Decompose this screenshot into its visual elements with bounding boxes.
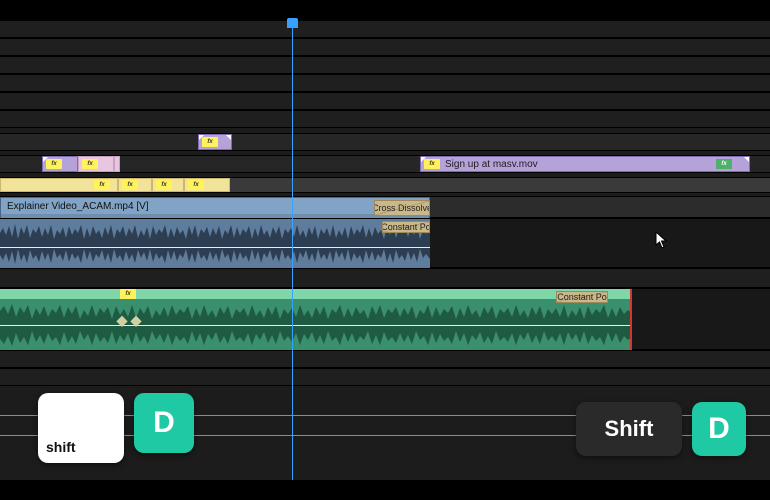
guide-track xyxy=(0,74,770,92)
keycap-label: shift xyxy=(46,439,76,455)
waveform-icon xyxy=(0,299,632,325)
track-v1[interactable]: Explainer Video_ACAM.mp4 [V] Cross Disso… xyxy=(0,196,770,218)
track-a2[interactable]: fx Constant Po xyxy=(0,288,770,350)
keycap-shift-dark: Shift xyxy=(576,402,682,456)
waveform-icon xyxy=(0,244,430,269)
transition-label: Constant Po xyxy=(556,292,608,302)
fx-badge: fx xyxy=(46,159,62,169)
waveform-icon xyxy=(0,219,430,244)
fx-badge: fx xyxy=(716,159,732,169)
clip-signup[interactable]: fx Sign up at masv.mov fx xyxy=(420,156,750,172)
fx-badge: fx xyxy=(188,180,204,190)
playhead-cap-icon xyxy=(287,18,298,28)
guide-track xyxy=(0,92,770,110)
transition-constant-power-1[interactable]: Constant Po xyxy=(382,221,430,233)
clip-label: Sign up at masv.mov xyxy=(443,159,538,170)
track-v2[interactable]: fx fx fx Sign up at masv.mov fx xyxy=(0,155,770,173)
keycap-label: D xyxy=(708,412,730,446)
fx-badge: fx xyxy=(424,159,440,169)
guide-track xyxy=(0,56,770,74)
clip-v1b-3[interactable]: fx xyxy=(152,178,184,192)
clip-edge-cut[interactable] xyxy=(630,289,632,351)
guide-track xyxy=(0,38,770,56)
fx-badge: fx xyxy=(202,137,218,147)
waveform-icon xyxy=(0,325,632,351)
transition-constant-power-2[interactable]: Constant Po xyxy=(556,291,608,303)
track-v3[interactable]: fx xyxy=(0,133,770,151)
clip-label: Explainer Video_ACAM.mp4 [V] xyxy=(7,201,149,212)
clip-v2-a[interactable]: fx xyxy=(42,156,78,172)
fx-badge: fx xyxy=(122,180,138,190)
guide-track xyxy=(0,350,770,368)
transition-label: Constant Po xyxy=(382,222,430,232)
keycap-label: Shift xyxy=(605,416,654,442)
clip-audio-2[interactable]: fx xyxy=(0,289,632,351)
track-v1b[interactable]: fx fx fx fx xyxy=(0,177,770,193)
transition-label: Cross Dissolve xyxy=(374,203,430,213)
guide-track xyxy=(0,368,770,386)
fx-badge: fx xyxy=(82,159,98,169)
keycap-label: D xyxy=(153,406,175,440)
letterbox-top xyxy=(0,0,770,20)
guide-track xyxy=(0,268,770,288)
clip-v3-fx[interactable]: fx xyxy=(198,134,232,150)
guide-track xyxy=(0,110,770,128)
volume-rubber-band[interactable] xyxy=(0,247,430,248)
fx-badge: fx xyxy=(94,180,110,190)
fx-badge: fx xyxy=(120,289,136,299)
clip-audio-1[interactable] xyxy=(0,219,430,269)
clip-v2-b[interactable]: fx xyxy=(78,156,114,172)
clip-v1b-2[interactable]: fx xyxy=(118,178,152,192)
keycap-d-1: D xyxy=(134,393,194,453)
transition-cross-dissolve[interactable]: Cross Dissolve xyxy=(374,200,430,216)
keycap-d-2: D xyxy=(692,402,746,456)
playhead[interactable] xyxy=(292,20,293,480)
clip-explainer-video[interactable]: Explainer Video_ACAM.mp4 [V] xyxy=(0,197,430,219)
keycap-shift-white: shift xyxy=(38,393,124,463)
letterbox-bottom xyxy=(0,480,770,500)
guide-track xyxy=(0,20,770,38)
volume-rubber-band[interactable] xyxy=(0,325,632,326)
track-a1[interactable]: Constant Po xyxy=(0,218,770,268)
clip-v1b-4[interactable]: fx xyxy=(184,178,230,192)
clip-v1b-1[interactable]: fx xyxy=(0,178,118,192)
clip-v2-c[interactable] xyxy=(114,156,120,172)
fx-badge: fx xyxy=(156,180,172,190)
